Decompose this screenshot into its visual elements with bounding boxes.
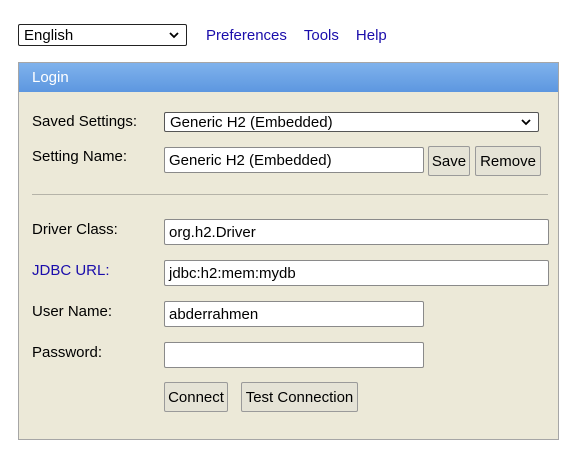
chevron-down-icon: [169, 32, 179, 39]
chevron-down-icon: [521, 119, 531, 126]
setting-name-value: Generic H2 (Embedded): [169, 151, 332, 169]
language-select[interactable]: English: [18, 24, 187, 46]
login-title: Login: [32, 69, 69, 86]
saved-settings-label: Saved Settings:: [32, 113, 138, 130]
setting-name-label: Setting Name:: [32, 148, 128, 165]
password-label: Password:: [32, 344, 103, 361]
jdbc-url-value: jdbc:h2:mem:mydb: [169, 264, 296, 282]
saved-settings-value: Generic H2 (Embedded): [170, 113, 333, 131]
user-name-input[interactable]: abderrahmen: [164, 301, 424, 327]
language-select-value: English: [24, 26, 74, 44]
tools-link[interactable]: Tools: [304, 27, 339, 44]
preferences-link[interactable]: Preferences: [206, 27, 287, 44]
top-bar: English Preferences Tools Help: [18, 23, 387, 47]
jdbc-url-input[interactable]: jdbc:h2:mem:mydb: [164, 260, 549, 286]
connect-button[interactable]: Connect: [164, 382, 228, 412]
remove-button[interactable]: Remove: [475, 146, 541, 176]
login-panel: Login Saved Settings: Generic H2 (Embedd…: [18, 62, 559, 440]
test-connection-button[interactable]: Test Connection: [241, 382, 358, 412]
divider: [32, 194, 548, 195]
driver-class-label: Driver Class:: [32, 221, 118, 238]
login-panel-header: Login: [19, 63, 558, 92]
top-links: Preferences Tools Help: [189, 27, 387, 44]
save-button[interactable]: Save: [428, 146, 470, 176]
user-name-value: abderrahmen: [169, 305, 259, 323]
saved-settings-select[interactable]: Generic H2 (Embedded): [164, 112, 539, 132]
help-link[interactable]: Help: [356, 27, 387, 44]
password-input[interactable]: [164, 342, 424, 368]
jdbc-url-label[interactable]: JDBC URL:: [32, 262, 110, 279]
user-name-label: User Name:: [32, 303, 113, 320]
driver-class-value: org.h2.Driver: [169, 223, 256, 241]
setting-name-input[interactable]: Generic H2 (Embedded): [164, 147, 424, 173]
driver-class-input[interactable]: org.h2.Driver: [164, 219, 549, 245]
